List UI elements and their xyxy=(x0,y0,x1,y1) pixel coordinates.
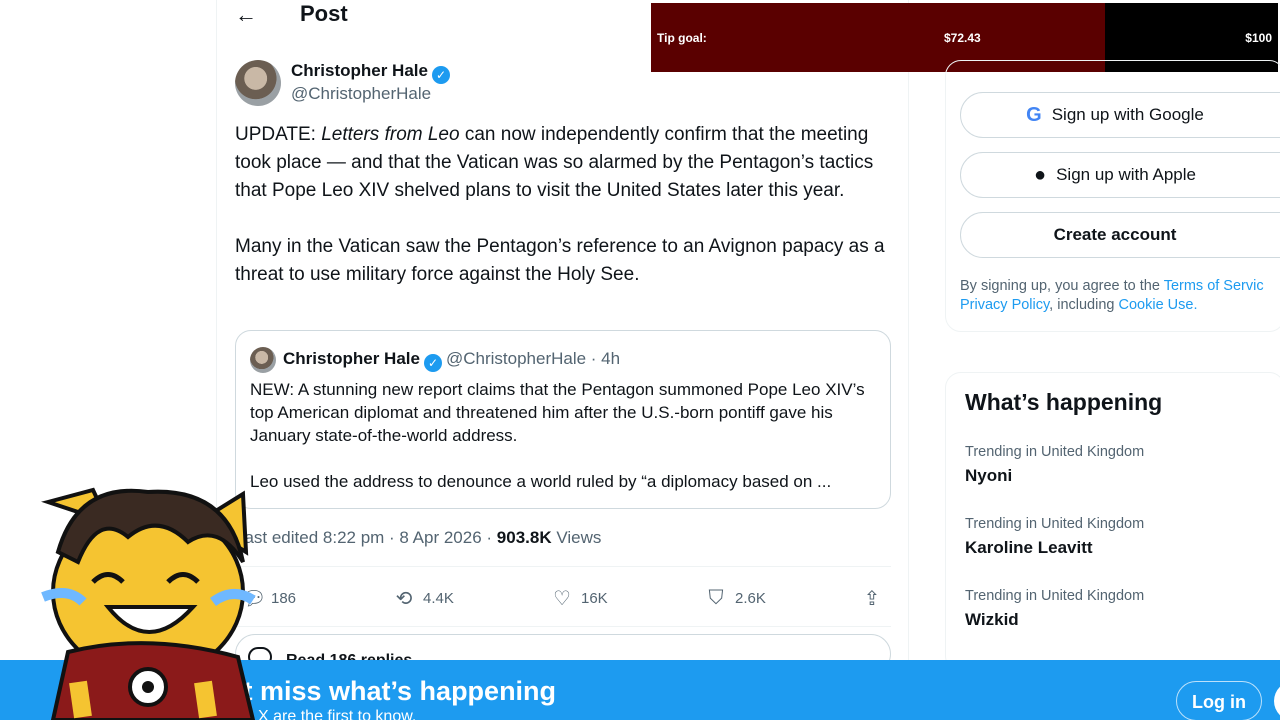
apple-icon: ● xyxy=(1034,163,1047,186)
legal-text-2: , including xyxy=(1049,297,1119,313)
like-count: 16K xyxy=(581,589,608,607)
trend-name: Karoline Leavitt xyxy=(965,538,1093,557)
signup-legal-text: By signing up, you agree to the Terms of… xyxy=(960,277,1280,315)
share-icon: ⇪ xyxy=(863,587,881,610)
trends-title: What’s happening xyxy=(965,389,1163,415)
verified-badge-icon: ✓ xyxy=(431,66,450,84)
tip-current-amount: $72.43 xyxy=(944,31,981,45)
signup-google-label: Sign up with Google xyxy=(1051,105,1204,124)
author-name-text[interactable]: Christopher Hale xyxy=(291,61,428,80)
trend-context: Trending in United Kingdom xyxy=(965,516,1145,532)
repost-count: 4.4K xyxy=(423,589,454,607)
quote-avatar xyxy=(250,347,276,373)
repost-button[interactable]: ⟲ 4.4K xyxy=(393,580,454,616)
like-button[interactable]: ♡ 16K xyxy=(551,580,608,616)
divider xyxy=(235,626,891,627)
author-name[interactable]: Christopher Hale ✓ xyxy=(291,61,450,84)
signup-apple-button[interactable]: ● Sign up with Apple xyxy=(960,152,1280,198)
page-title: Post xyxy=(300,1,348,26)
cookie-link[interactable]: Cookie Use. xyxy=(1119,297,1198,313)
whats-happening-panel: What’s happening Trending in United King… xyxy=(945,372,1280,672)
trend-context: Trending in United Kingdom xyxy=(965,444,1145,460)
arrow-left-icon[interactable]: ← xyxy=(235,2,257,28)
trend-name: Nyoni xyxy=(965,466,1013,485)
author-handle[interactable]: @ChristopherHale xyxy=(291,84,431,104)
reply-count: 186 xyxy=(271,589,297,607)
mascot-sticker-icon xyxy=(41,487,256,720)
quoted-post[interactable]: Christopher Hale ✓ @ChristopherHale · 4h N… xyxy=(235,330,891,509)
privacy-link[interactable]: Privacy Policy xyxy=(960,297,1049,313)
post-text: UPDATE: Letters from Leo can now indepen… xyxy=(235,121,895,317)
divider xyxy=(235,566,891,567)
signup-apple-label: Sign up with Apple xyxy=(1056,165,1196,184)
legal-text-1: By signing up, you agree to the xyxy=(960,278,1164,294)
main-column: ← Post Christopher Hale ✓ @ChristopherHal… xyxy=(216,0,909,720)
quote-author-name: Christopher Hale xyxy=(283,349,420,368)
banner-title: ’t miss what’s happening xyxy=(236,676,557,706)
share-button[interactable]: ⇪ xyxy=(861,580,891,616)
quote-text: NEW: A stunning new report claims that t… xyxy=(250,378,880,516)
signup-panel: G Sign up with Google ● Sign up with Apple… xyxy=(945,60,1280,332)
login-button[interactable]: Log in xyxy=(1176,681,1262,720)
post-text-italic: Letters from Leo xyxy=(321,124,460,145)
post-text-prefix: UPDATE: xyxy=(235,124,322,145)
quote-header: Christopher Hale ✓ @ChristopherHale · 4h xyxy=(283,349,620,372)
quote-paragraph-2: Leo used the address to denounce a world… xyxy=(250,472,832,491)
trend-item[interactable]: Trending in United Kingdom Karoline Leav… xyxy=(965,516,1265,558)
views-label: Views xyxy=(551,528,602,547)
quote-meta: @ChristopherHale · 4h xyxy=(445,349,621,368)
terms-link[interactable]: Terms of Servic xyxy=(1164,278,1264,294)
verified-badge-icon: ✓ xyxy=(423,354,442,372)
trend-name: Wizkid xyxy=(965,610,1019,629)
quote-paragraph-1: NEW: A stunning new report claims that t… xyxy=(250,380,865,445)
post-meta-line: Last edited 8:22 pm · 8 Apr 2026 · 903.8… xyxy=(235,528,601,548)
views-count: 903.8K xyxy=(496,528,552,547)
bookmark-button[interactable]: ⛉ 2.6K xyxy=(705,580,766,616)
create-account-label: Create account xyxy=(1053,225,1177,244)
trend-item[interactable]: Trending in United Kingdom Wizkid xyxy=(965,588,1265,630)
create-account-button[interactable]: Create account xyxy=(960,212,1280,258)
signup-google-button[interactable]: G Sign up with Google xyxy=(960,92,1280,138)
tip-goal-label: Tip goal: xyxy=(657,31,707,45)
post-paragraph-2: Many in the Vatican saw the Pentagon’s r… xyxy=(235,236,885,285)
tip-goal-amount: $100 xyxy=(1245,31,1272,45)
edited-timestamp[interactable]: Last edited 8:22 pm · 8 Apr 2026 · xyxy=(235,528,497,547)
trend-context: Trending in United Kingdom xyxy=(965,588,1145,604)
google-icon: G xyxy=(1026,103,1042,126)
repost-icon: ⟲ xyxy=(395,587,413,610)
avatar[interactable] xyxy=(235,60,281,106)
heart-icon: ♡ xyxy=(553,587,571,610)
bookmark-icon: ⛉ xyxy=(708,586,724,609)
post-paragraph-1: UPDATE: Letters from Leo can now indepen… xyxy=(235,121,895,205)
bookmark-count: 2.6K xyxy=(735,589,766,607)
action-bar: 💬︎ 186 ⟲ 4.4K ♡ 16K ⛉ 2.6K ⇪ xyxy=(235,580,891,616)
trend-item[interactable]: Trending in United Kingdom Nyoni xyxy=(965,444,1265,486)
